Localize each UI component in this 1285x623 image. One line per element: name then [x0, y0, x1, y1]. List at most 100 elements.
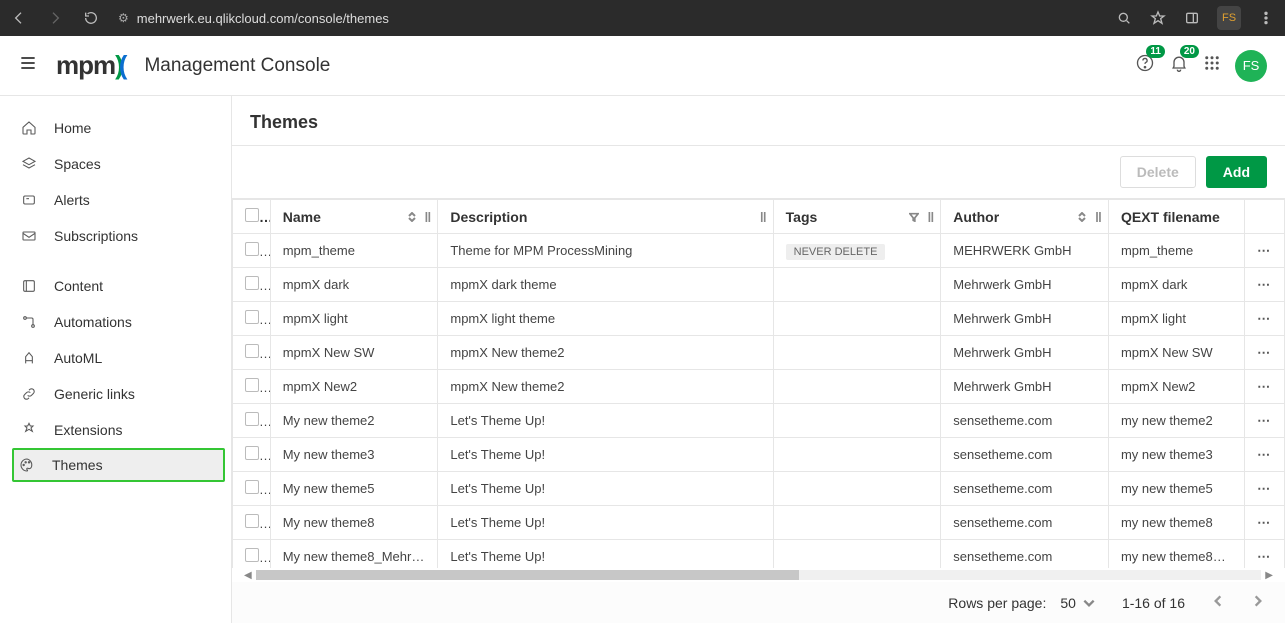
sidebar-item-automations[interactable]: Automations [0, 304, 231, 340]
row-checkbox[interactable] [233, 404, 271, 438]
row-actions[interactable]: ⋯ [1245, 268, 1285, 302]
content-icon [20, 277, 38, 295]
prev-page-icon[interactable] [1211, 594, 1225, 611]
url-bar[interactable]: ⚙ mehrwerk.eu.qlikcloud.com/console/them… [118, 11, 1097, 26]
back-icon[interactable] [10, 9, 28, 27]
row-checkbox[interactable] [233, 370, 271, 404]
logo[interactable]: mpm)( [56, 50, 126, 81]
row-checkbox[interactable] [233, 438, 271, 472]
scroll-thumb[interactable] [256, 570, 799, 580]
row-actions[interactable]: ⋯ [1245, 370, 1285, 404]
help-icon[interactable]: 11 [1135, 53, 1155, 78]
table-row[interactable]: mpmX New SWmpmX New theme2Mehrwerk GmbHm… [233, 336, 1285, 370]
more-icon[interactable]: ⋯ [1257, 379, 1271, 395]
row-checkbox[interactable] [233, 472, 271, 506]
more-icon[interactable]: ⋯ [1257, 345, 1271, 361]
avatar[interactable]: FS [1235, 50, 1267, 82]
row-actions[interactable]: ⋯ [1245, 472, 1285, 506]
table-row[interactable]: My new theme3Let's Theme Up!sensetheme.c… [233, 438, 1285, 472]
table-row[interactable]: mpmX darkmpmX dark themeMehrwerk GmbHmpm… [233, 268, 1285, 302]
add-button[interactable]: Add [1206, 156, 1267, 188]
cell-description: Let's Theme Up! [438, 472, 773, 506]
app-launcher-icon[interactable] [1203, 54, 1221, 77]
row-checkbox[interactable] [233, 234, 271, 268]
next-page-icon[interactable] [1251, 594, 1265, 611]
more-icon[interactable]: ⋯ [1257, 549, 1271, 565]
resize-icon[interactable]: ‖ [760, 209, 767, 225]
browser-profile[interactable]: FS [1217, 6, 1241, 30]
sidebar-item-subscriptions[interactable]: Subscriptions [0, 218, 231, 254]
select-all-header[interactable] [233, 200, 271, 234]
row-actions[interactable]: ⋯ [1245, 336, 1285, 370]
scroll-left-icon[interactable]: ◀ [240, 570, 256, 581]
search-icon[interactable] [1115, 9, 1133, 27]
notifications-icon[interactable]: 20 [1169, 53, 1189, 78]
row-actions[interactable]: ⋯ [1245, 506, 1285, 540]
cell-description: Let's Theme Up! [438, 506, 773, 540]
checkbox-icon[interactable] [245, 276, 259, 290]
more-icon[interactable]: ⋯ [1257, 515, 1271, 531]
filter-icon[interactable]: ‖ [909, 209, 934, 225]
row-actions[interactable]: ⋯ [1245, 302, 1285, 336]
scroll-track[interactable] [256, 570, 1262, 580]
sidebar-item-automl[interactable]: AutoML [0, 340, 231, 376]
table-row[interactable]: mpmX lightmpmX light themeMehrwerk GmbHm… [233, 302, 1285, 336]
row-checkbox[interactable] [233, 506, 271, 540]
more-icon[interactable]: ⋯ [1257, 447, 1271, 463]
row-actions[interactable]: ⋯ [1245, 404, 1285, 438]
col-author[interactable]: Author ‖ [941, 200, 1109, 234]
col-name[interactable]: Name ‖ [270, 200, 438, 234]
reload-icon[interactable] [82, 9, 100, 27]
kebab-icon[interactable] [1257, 9, 1275, 27]
row-actions[interactable]: ⋯ [1245, 234, 1285, 268]
table-row[interactable]: mpm_themeTheme for MPM ProcessMiningNEVE… [233, 234, 1285, 268]
col-tags[interactable]: Tags ‖ [773, 200, 941, 234]
menu-toggle-icon[interactable] [18, 53, 38, 78]
col-qext[interactable]: QEXT filename [1108, 200, 1244, 234]
checkbox-icon[interactable] [245, 446, 259, 460]
row-checkbox[interactable] [233, 540, 271, 569]
delete-button[interactable]: Delete [1120, 156, 1196, 188]
more-icon[interactable]: ⋯ [1257, 243, 1271, 259]
sidebar-item-content[interactable]: Content [0, 268, 231, 304]
sidebar-item-genericlinks[interactable]: Generic links [0, 376, 231, 412]
star-icon[interactable] [1149, 9, 1167, 27]
checkbox-icon[interactable] [245, 310, 259, 324]
table-row[interactable]: My new theme2Let's Theme Up!sensetheme.c… [233, 404, 1285, 438]
scroll-right-icon[interactable]: ▶ [1261, 570, 1277, 581]
more-icon[interactable]: ⋯ [1257, 277, 1271, 293]
row-checkbox[interactable] [233, 268, 271, 302]
more-icon[interactable]: ⋯ [1257, 481, 1271, 497]
sidebar-item-extensions[interactable]: Extensions [0, 412, 231, 448]
page-size-select[interactable]: 50 [1060, 595, 1096, 611]
forward-icon[interactable] [46, 9, 64, 27]
horizontal-scrollbar[interactable]: ◀ ▶ [232, 568, 1285, 582]
table-row[interactable]: mpmX New2mpmX New theme2Mehrwerk GmbHmpm… [233, 370, 1285, 404]
col-description[interactable]: Description‖ [438, 200, 773, 234]
sidebar-item-alerts[interactable]: Alerts [0, 182, 231, 218]
checkbox-icon[interactable] [245, 548, 259, 562]
row-actions[interactable]: ⋯ [1245, 540, 1285, 569]
checkbox-icon[interactable] [245, 208, 259, 222]
checkbox-icon[interactable] [245, 378, 259, 392]
row-actions[interactable]: ⋯ [1245, 438, 1285, 472]
more-icon[interactable]: ⋯ [1257, 413, 1271, 429]
panel-icon[interactable] [1183, 9, 1201, 27]
checkbox-icon[interactable] [245, 480, 259, 494]
sort-icon[interactable]: ‖ [1077, 209, 1102, 225]
sidebar-item-home[interactable]: Home [0, 110, 231, 146]
sidebar-item-spaces[interactable]: Spaces [0, 146, 231, 182]
site-info-icon[interactable]: ⚙ [118, 11, 129, 25]
table-row[interactable]: My new theme5Let's Theme Up!sensetheme.c… [233, 472, 1285, 506]
checkbox-icon[interactable] [245, 514, 259, 528]
table-row[interactable]: My new theme8_Mehr_A...Let's Theme Up!se… [233, 540, 1285, 569]
row-checkbox[interactable] [233, 336, 271, 370]
checkbox-icon[interactable] [245, 242, 259, 256]
table-row[interactable]: My new theme8Let's Theme Up!sensetheme.c… [233, 506, 1285, 540]
row-checkbox[interactable] [233, 302, 271, 336]
more-icon[interactable]: ⋯ [1257, 311, 1271, 327]
checkbox-icon[interactable] [245, 344, 259, 358]
sidebar-item-themes[interactable]: Themes [12, 448, 225, 482]
checkbox-icon[interactable] [245, 412, 259, 426]
sort-icon[interactable]: ‖ [407, 209, 432, 225]
